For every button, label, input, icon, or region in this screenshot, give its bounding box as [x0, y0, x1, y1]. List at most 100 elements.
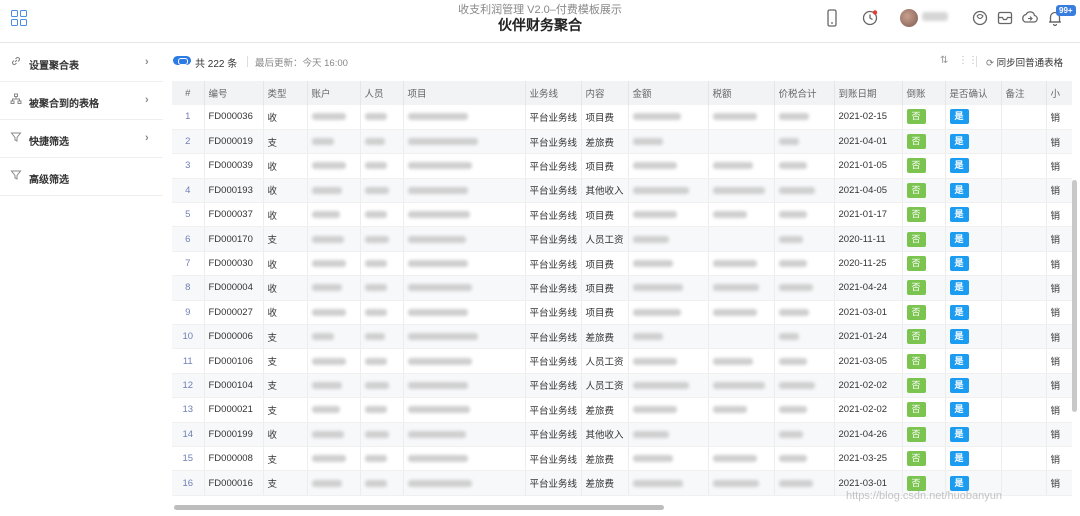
sidebar-item-advanced-filter[interactable]: 高级筛选 [0, 158, 163, 196]
sidebar-item-quick-filter[interactable]: 快捷筛选 › [0, 120, 163, 158]
confirmed-yes-tag[interactable]: 是 [949, 329, 969, 345]
table-row[interactable]: 3 FD000039 收 平台业务线 项目费 2021-01-05 否 是 销 [172, 153, 1072, 179]
confirmed-yes-tag[interactable]: 是 [949, 158, 969, 174]
reversal-no-tag[interactable]: 否 [906, 231, 926, 247]
sidebar-item-label: 快捷筛选 [29, 137, 69, 148]
content-cell: 项目费 [581, 202, 629, 228]
chat-bubble-icon[interactable] [970, 8, 990, 28]
reversal-no-tag[interactable]: 否 [906, 402, 926, 418]
reversal-no-tag[interactable]: 否 [906, 475, 926, 491]
table-row[interactable]: 14 FD000199 收 平台业务线 其他收入 2021-04-26 否 是 销 [172, 422, 1072, 447]
inbox-icon[interactable] [995, 8, 1015, 28]
table-row[interactable]: 1 FD000036 收 平台业务线 项目费 2021-02-15 否 是 销 [172, 105, 1072, 130]
column-header[interactable]: 倒账 [902, 81, 946, 105]
column-header[interactable]: 编号 [204, 81, 264, 105]
table-row[interactable]: 11 FD000106 支 平台业务线 人员工资 2021-03-05 否 是 销 [172, 348, 1072, 374]
column-header[interactable]: 账户 [307, 81, 361, 105]
column-header[interactable]: 是否确认 [945, 81, 1002, 105]
table-row[interactable]: 9 FD000027 收 平台业务线 项目费 2021-03-01 否 是 销 [172, 300, 1072, 326]
cloud-sync-icon[interactable] [1020, 8, 1040, 28]
content-cell: 差旅费 [581, 129, 629, 155]
column-header[interactable]: 税额 [708, 81, 775, 105]
reversal-no-tag[interactable]: 否 [906, 377, 926, 393]
business-line: 平台业务线 [525, 226, 582, 252]
sidebar-item-label: 设置聚合表 [29, 61, 79, 72]
remark-cell [1001, 153, 1047, 179]
sort-icon[interactable]: ⇅ [940, 55, 948, 66]
avatar[interactable] [900, 9, 918, 27]
user-name[interactable] [922, 12, 948, 21]
column-header[interactable]: 备注 [1001, 81, 1047, 105]
data-table[interactable]: # 编号 类型 账户 人员 项目 业务线 内容 金额 税额 价税合计 到账日期 … [172, 81, 1072, 501]
confirmed-yes-tag[interactable]: 是 [949, 426, 969, 442]
tax-cell [708, 226, 775, 252]
confirmed-yes-tag[interactable]: 是 [949, 134, 969, 150]
confirmed-yes-tag[interactable]: 是 [949, 475, 969, 491]
reversal-no-tag[interactable]: 否 [906, 329, 926, 345]
column-header[interactable]: 内容 [581, 81, 629, 105]
table-row[interactable]: 4 FD000193 收 平台业务线 其他收入 2021-04-05 否 是 销 [172, 178, 1072, 204]
content-cell: 项目费 [581, 251, 629, 277]
clock-alert-icon[interactable] [860, 8, 880, 28]
confirmed-yes-tag[interactable]: 是 [949, 207, 969, 223]
reversal-no-tag[interactable]: 否 [906, 256, 926, 272]
confirmed-yes-tag[interactable]: 是 [949, 353, 969, 369]
business-line: 平台业务线 [525, 373, 582, 399]
table-row[interactable]: 5 FD000037 收 平台业务线 项目费 2021-01-17 否 是 销 [172, 202, 1072, 228]
confirmed-yes-tag[interactable]: 是 [949, 231, 969, 247]
column-header[interactable]: 类型 [263, 81, 308, 105]
reversal-no-tag[interactable]: 否 [906, 426, 926, 442]
person-cell [360, 324, 404, 350]
reversal-no-tag[interactable]: 否 [906, 451, 926, 467]
columns-icon[interactable]: ⋮⋮ [958, 55, 978, 66]
reversal-no-tag[interactable]: 否 [906, 207, 926, 223]
confirmed-yes-tag[interactable]: 是 [949, 304, 969, 320]
business-line: 平台业务线 [525, 275, 582, 301]
reversal-no-tag[interactable]: 否 [906, 280, 926, 296]
confirmed-yes-tag[interactable]: 是 [949, 451, 969, 467]
table-row[interactable]: 15 FD000008 支 平台业务线 差旅费 2021-03-25 否 是 销 [172, 446, 1072, 472]
record-type: 支 [263, 226, 308, 252]
row-number: 4 [172, 178, 205, 204]
truncated-cell: 销 [1046, 397, 1072, 423]
table-row[interactable]: 2 FD000019 支 平台业务线 差旅费 2021-04-01 否 是 销 [172, 129, 1072, 155]
column-header[interactable]: 金额 [628, 81, 709, 105]
table-row[interactable]: 7 FD000030 收 平台业务线 项目费 2020-11-25 否 是 销 [172, 251, 1072, 277]
column-header[interactable]: 价税合计 [774, 81, 835, 105]
confirmed-yes-tag[interactable]: 是 [949, 109, 969, 125]
record-type: 支 [263, 470, 308, 496]
table-row[interactable]: 13 FD000021 支 平台业务线 差旅费 2021-02-02 否 是 销 [172, 397, 1072, 423]
truncated-cell: 销 [1046, 251, 1072, 277]
confirmed-yes-tag[interactable]: 是 [949, 256, 969, 272]
column-header[interactable]: 到账日期 [834, 81, 903, 105]
sidebar-item-aggregated-tables[interactable]: 被聚合到的表格 › [0, 82, 163, 120]
sidebar-item-aggregation-settings[interactable]: 设置聚合表 › [0, 44, 163, 82]
vertical-scrollbar[interactable] [1072, 180, 1077, 412]
reversal-no-tag[interactable]: 否 [906, 158, 926, 174]
reversal-no-tag[interactable]: 否 [906, 353, 926, 369]
column-header[interactable]: # [172, 81, 205, 105]
horizontal-scrollbar[interactable] [174, 505, 664, 510]
column-header[interactable]: 项目 [403, 81, 526, 105]
confirmed-yes-tag[interactable]: 是 [949, 280, 969, 296]
column-header[interactable]: 业务线 [525, 81, 582, 105]
reversal-no-tag[interactable]: 否 [906, 304, 926, 320]
table-row[interactable]: 8 FD000004 收 平台业务线 项目费 2021-04-24 否 是 销 [172, 275, 1072, 301]
reversal-no-tag[interactable]: 否 [906, 109, 926, 125]
confirmed-yes-tag[interactable]: 是 [949, 377, 969, 393]
column-header[interactable]: 小 [1046, 81, 1072, 105]
table-row[interactable]: 10 FD000006 支 平台业务线 差旅费 2021-01-24 否 是 销 [172, 324, 1072, 350]
reversal-no-tag[interactable]: 否 [906, 134, 926, 150]
arrival-date: 2021-03-01 [834, 300, 903, 326]
mobile-icon[interactable] [822, 8, 842, 28]
business-line: 平台业务线 [525, 251, 582, 277]
sync-back-button[interactable]: ⟳ 同步回普通表格 [986, 55, 1063, 69]
column-header[interactable]: 人员 [360, 81, 404, 105]
confirmed-yes-tag[interactable]: 是 [949, 182, 969, 198]
amount-cell [628, 422, 709, 447]
confirmed-yes-tag[interactable]: 是 [949, 402, 969, 418]
reversal-no-tag[interactable]: 否 [906, 182, 926, 198]
person-cell [360, 348, 404, 374]
table-row[interactable]: 12 FD000104 支 平台业务线 人员工资 2021-02-02 否 是 销 [172, 373, 1072, 399]
table-row[interactable]: 6 FD000170 支 平台业务线 人员工资 2020-11-11 否 是 销 [172, 226, 1072, 252]
